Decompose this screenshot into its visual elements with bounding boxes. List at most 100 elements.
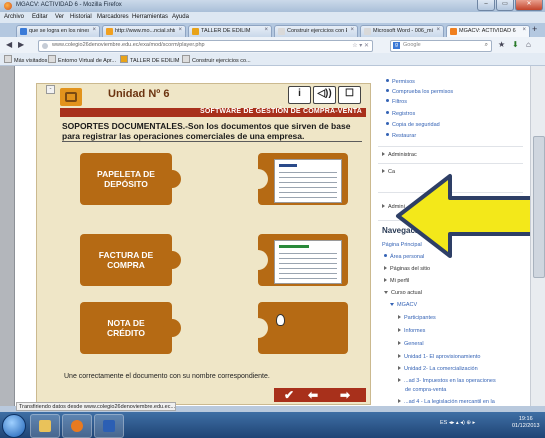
maximize-button[interactable]: ▭ <box>496 0 514 11</box>
sidebar-section-cambiar[interactable]: Ca <box>382 169 395 175</box>
nav-item-unidad-4[interactable]: ...ad 4 - La legislación mercantil en la <box>398 399 495 405</box>
next-button[interactable]: ➡ <box>340 388 350 402</box>
puzzle-piece-papeleta[interactable]: PAPELETA DE DEPÓSITO <box>80 153 181 205</box>
url-controls[interactable]: ☆ ▾ ✕ <box>352 42 369 49</box>
sidebar-link-copia[interactable]: Copia de seguridad <box>386 122 440 128</box>
piece-label: DEPÓSITO <box>104 179 148 189</box>
taskbar-firefox[interactable] <box>62 414 92 438</box>
nav-item-curso-actual[interactable]: Curso actual <box>384 290 422 296</box>
info-icon[interactable]: i <box>288 86 311 104</box>
close-window-button[interactable]: ✕ <box>515 0 543 11</box>
screen-icon[interactable]: ☐ <box>338 86 361 104</box>
left-gutter <box>0 66 15 406</box>
tab-close-icon[interactable]: × <box>436 27 440 33</box>
menu-herramientas[interactable]: Herramientas <box>132 14 168 20</box>
sidebar-link-filtros[interactable]: Filtros <box>386 99 407 105</box>
nav-item-unidad-2[interactable]: Unidad 2- La comercialización <box>398 366 478 372</box>
download-icon[interactable]: ⬇ <box>512 40 519 49</box>
target-notch <box>248 169 268 189</box>
vertical-scrollbar[interactable] <box>530 66 545 406</box>
nav-item-unidad-3[interactable]: ...ad 3- Impuestos en las operaciones <box>398 378 496 384</box>
nav-item-unidad-1[interactable]: Unidad 1- El aprovisionamiento <box>398 354 480 360</box>
taskbar-clock[interactable]: 19:16 01/12/2013 <box>512 416 540 430</box>
clock-date: 01/12/2013 <box>512 423 540 429</box>
check-button[interactable]: ✔ <box>284 388 294 402</box>
forward-button[interactable]: ▶ <box>18 40 24 49</box>
menu-archivo[interactable]: Archivo <box>4 14 24 20</box>
status-bar: Transfiriendo datos desde www.colegio26d… <box>16 402 176 411</box>
bookmark-star-icon[interactable]: ★ <box>498 40 505 49</box>
puzzle-piece-nota-credito[interactable]: NOTA DE CRÉDITO <box>80 302 181 354</box>
tab-mgacv-actividad-6[interactable]: MGACV: ACTIVIDAD 6 × <box>446 25 530 37</box>
tab-label: http://www.mo...ncial.shtml <box>115 28 175 34</box>
scrollbar-thumb[interactable] <box>533 136 545 278</box>
sound-icon[interactable]: ◁)) <box>313 86 336 104</box>
windows-taskbar: ES ◂▸ ▴ ◂) ⊕ ▸ 19:16 01/12/2013 <box>0 412 545 438</box>
menu-historial[interactable]: Historial <box>70 14 92 20</box>
nav-item-general[interactable]: General <box>398 341 424 347</box>
menu-marcadores[interactable]: Marcadores <box>97 14 129 20</box>
target-notch <box>248 250 268 270</box>
tab-favicon-icon <box>278 28 285 35</box>
search-box[interactable]: g Google ⌕ <box>390 40 492 52</box>
tab-close-icon[interactable]: × <box>92 27 96 33</box>
tab-label: Microsoft Word - 006_miPn... <box>373 28 433 34</box>
nav-item-mgacv[interactable]: MGACV <box>390 302 417 308</box>
puzzle-target-3[interactable] <box>248 302 348 354</box>
navigation-bar: ◀ ▶ www.colegio26denoviembre.edu.ec/exa/… <box>0 37 545 53</box>
menu-editar[interactable]: Editar <box>32 14 48 20</box>
puzzle-target-2[interactable] <box>248 234 348 286</box>
bookmark-entorno-virtual[interactable]: Entorno Virtual de Apr... <box>48 55 116 64</box>
taskbar-explorer[interactable] <box>30 414 60 438</box>
menu-ver[interactable]: Ver <box>55 14 64 20</box>
puzzle-target-1[interactable] <box>248 153 348 205</box>
tab-que-se-logra[interactable]: que se logra en los nines c... × <box>16 25 100 37</box>
folder-icon <box>39 420 51 432</box>
sidebar-link-registros[interactable]: Registros <box>386 111 415 117</box>
nav-item-participantes[interactable]: Participantes <box>398 315 436 321</box>
url-text: www.colegio26denoviembre.edu.ec/exa/mod/… <box>52 42 205 48</box>
word-icon <box>103 420 115 432</box>
nav-item-informes[interactable]: Informes <box>398 328 425 334</box>
new-tab-button[interactable]: + <box>532 24 537 34</box>
tab-taller-edilim[interactable]: TALLER DE EDILIM × <box>188 25 272 37</box>
bookmark-taller-edilim[interactable]: TALLER DE EDILIM <box>120 55 179 64</box>
tab-label: MGACV: ACTIVIDAD 6 <box>459 28 516 34</box>
system-tray[interactable]: ES ◂▸ ▴ ◂) ⊕ ▸ <box>440 420 475 426</box>
sidebar-link-comprueba[interactable]: Comprueba los permisos <box>386 89 453 95</box>
previous-button[interactable]: ⬅ <box>308 388 318 402</box>
back-button[interactable]: ◀ <box>6 40 12 49</box>
tab-monografias[interactable]: http://www.mo...ncial.shtml × <box>102 25 186 37</box>
nav-item-paginas-sitio[interactable]: Páginas del sitio <box>384 266 430 272</box>
tab-favicon-icon <box>450 28 457 35</box>
search-icon[interactable]: ⌕ <box>485 42 488 49</box>
bookmark-construir[interactable]: Construir ejercicios co... <box>182 55 251 64</box>
puzzle-piece-factura[interactable]: FACTURA DE COMPRA <box>80 234 181 286</box>
page-icon <box>182 55 190 63</box>
tab-construir-ejercicios[interactable]: Construir ejercicios con EDI... × <box>274 25 358 37</box>
menu-ayuda[interactable]: Ayuda <box>172 14 189 20</box>
tab-label: TALLER DE EDILIM <box>201 28 251 34</box>
tab-close-icon[interactable]: × <box>522 27 526 33</box>
piece-label: CRÉDITO <box>106 328 146 338</box>
start-button[interactable] <box>2 414 26 438</box>
sidebar-section-administracion[interactable]: Administrac <box>382 152 417 158</box>
home-icon[interactable]: ⌂ <box>526 40 531 49</box>
menu-bar: Archivo Editar Ver Historial Marcadores … <box>0 12 545 23</box>
url-bar[interactable]: www.colegio26denoviembre.edu.ec/exa/mod/… <box>38 40 373 52</box>
bookmark-mas-visitados[interactable]: Más visitados <box>4 55 47 64</box>
tab-favicon-icon <box>106 28 113 35</box>
tab-close-icon[interactable]: × <box>178 27 182 33</box>
document-thumbnail <box>274 240 342 284</box>
nav-item-mi-perfil[interactable]: Mi perfil <box>384 278 409 284</box>
taskbar-word[interactable] <box>94 414 124 438</box>
nav-item-unidad-3-cont[interactable]: de compra-venta <box>405 387 446 393</box>
tab-close-icon[interactable]: × <box>350 27 354 33</box>
tab-close-icon[interactable]: × <box>264 27 268 33</box>
sidebar-link-permisos[interactable]: Permisos <box>386 79 415 85</box>
minimize-button[interactable]: – <box>477 0 495 11</box>
collapse-toc-button[interactable]: - <box>46 85 55 94</box>
sidebar-link-restaurar[interactable]: Restaurar <box>386 133 416 139</box>
tab-label: que se logra en los nines c... <box>29 28 89 34</box>
tab-microsoft-word[interactable]: Microsoft Word - 006_miPn... × <box>360 25 444 37</box>
